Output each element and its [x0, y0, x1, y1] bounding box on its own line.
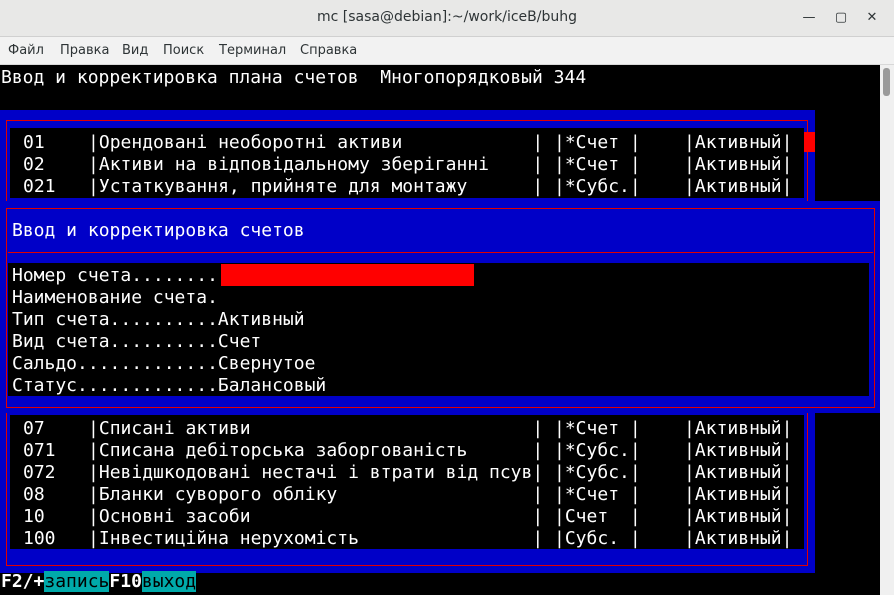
save-button[interactable]: запись: [44, 571, 110, 592]
maximize-icon[interactable]: ▢: [831, 8, 851, 28]
account-number-label: Номер счета........: [12, 265, 218, 286]
menu-bar: Файл Правка Вид Поиск Терминал Справка: [0, 37, 894, 65]
account-name-label[interactable]: Наименование счета.: [12, 287, 218, 309]
list-item[interactable]: 021 |Устаткування, прийняте для монтажу …: [23, 176, 792, 198]
menu-help[interactable]: Справка: [300, 43, 357, 58]
list-item[interactable]: 01 |Орендовані необоротні активи | |*Сче…: [23, 132, 792, 154]
list-item[interactable]: 072 |Невідшкодовані нестачі і втрати від…: [23, 462, 792, 484]
account-number-input[interactable]: [221, 264, 474, 286]
menu-file[interactable]: Файл: [8, 43, 44, 58]
list-item[interactable]: 071 |Списана дебіторська заборгованість …: [23, 440, 792, 462]
list-item[interactable]: 100 |Інвестиційна нерухомість | |Субс. |…: [23, 528, 792, 550]
menu-view[interactable]: Вид: [122, 43, 148, 58]
dialog-divider: [8, 252, 873, 253]
account-type-field[interactable]: Тип счета..........Активный: [12, 309, 305, 331]
screen-header: Ввод и корректировка плана счетов Многоп…: [1, 67, 587, 88]
list-item[interactable]: 08 |Бланки суворого обліку | |*Счет | |А…: [23, 484, 792, 506]
list-item[interactable]: 07 |Списані активи | |*Счет | |Активный|: [23, 418, 792, 440]
status-field[interactable]: Статус.............Балансовый: [12, 375, 326, 397]
balance-field[interactable]: Сальдо.............Свернутое: [12, 353, 315, 375]
list-item[interactable]: 02 |Активи на відповідальному зберіганні…: [23, 154, 792, 176]
window-title: mc [sasa@debian]:~/work/iceB/buhg: [317, 9, 577, 25]
f2-key: F2/+: [1, 571, 45, 592]
f10-key: F10: [109, 571, 142, 592]
menu-terminal[interactable]: Терминал: [219, 43, 286, 58]
scrollbar-thumb[interactable]: [883, 68, 890, 96]
window-titlebar: mc [sasa@debian]:~/work/iceB/buhg — ▢ ✕: [0, 0, 894, 37]
scroll-marker: [804, 132, 815, 152]
menu-search[interactable]: Поиск: [163, 43, 204, 58]
terminal[interactable]: Ввод и корректировка плана счетов Многоп…: [0, 65, 880, 595]
account-kind-field[interactable]: Вид счета..........Счет: [12, 331, 261, 353]
menu-edit[interactable]: Правка: [60, 43, 109, 58]
terminal-scrollbar[interactable]: [880, 65, 894, 595]
function-key-bar: F2/+записьF10выход: [1, 571, 197, 593]
minimize-icon[interactable]: —: [799, 8, 819, 28]
close-icon[interactable]: ✕: [862, 8, 882, 28]
exit-button[interactable]: выход: [141, 571, 197, 592]
dialog-title: Ввод и корректировка счетов: [12, 220, 305, 241]
list-item[interactable]: 10 |Основні засоби | |Счет | |Активный|: [23, 506, 792, 528]
